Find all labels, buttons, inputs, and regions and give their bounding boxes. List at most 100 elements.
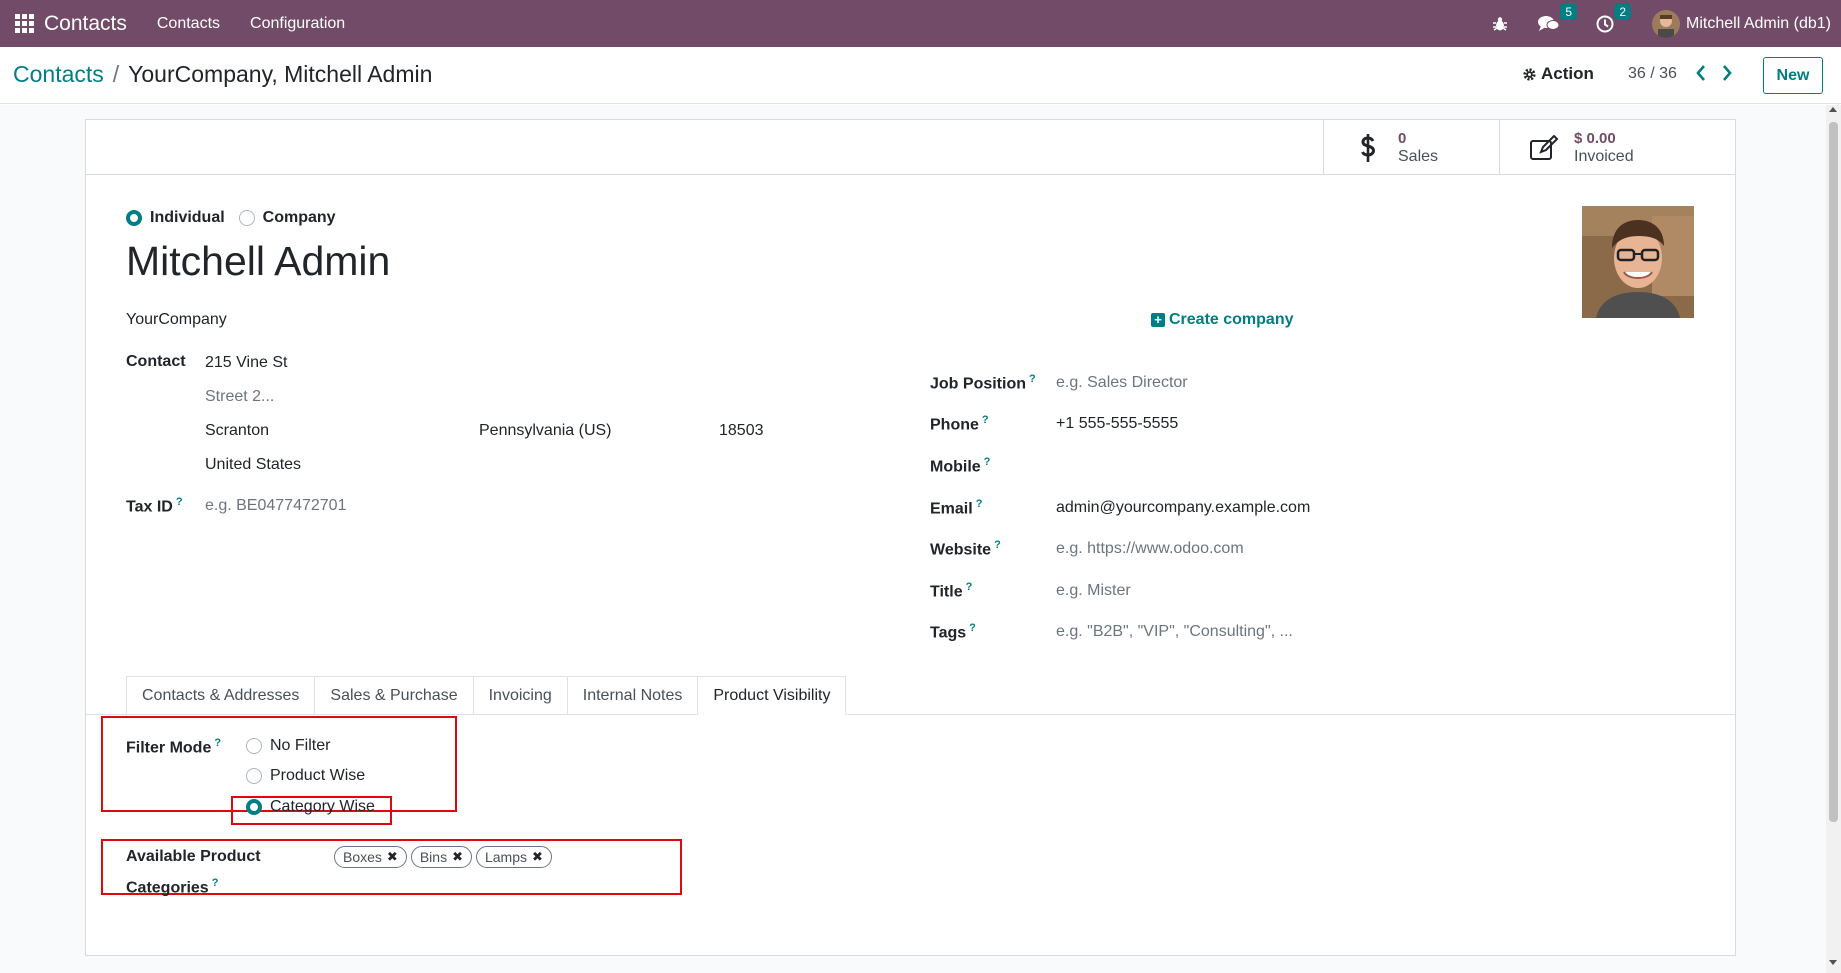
categories-tags-field[interactable]: Boxes ✖ Bins ✖ Lamps ✖ [334, 846, 556, 868]
menu-configuration[interactable]: Configuration [250, 15, 345, 33]
remove-tag-icon[interactable]: ✖ [452, 849, 463, 865]
help-tooltip-icon[interactable]: ? [969, 622, 976, 634]
contact-address-label: Contact [126, 353, 186, 370]
tags-label-text: Tags [930, 624, 967, 642]
state-field[interactable]: Pennsylvania (US) [479, 422, 612, 440]
company-field[interactable]: YourCompany [126, 311, 227, 329]
phone-field[interactable]: +1 555-555-5555 [1056, 415, 1178, 433]
messages-count-badge: 5 [1560, 3, 1578, 20]
smart-button-box: 0 Sales $ 0.00 Invoiced [86, 120, 1735, 175]
available-categories-label: Available Product Categories? [126, 844, 261, 901]
help-tooltip-icon[interactable]: ? [176, 496, 183, 508]
help-tooltip-icon[interactable]: ? [212, 877, 219, 889]
sales-smart-button[interactable]: 0 Sales [1323, 120, 1499, 175]
street2-field[interactable]: Street 2... [205, 388, 274, 406]
debug-bug-icon[interactable] [1492, 16, 1508, 32]
radio-category-wise[interactable]: Category Wise [246, 798, 375, 816]
radio-product-wise-label: Product Wise [270, 767, 366, 784]
breadcrumb-contacts-link[interactable]: Contacts [13, 61, 104, 88]
help-tooltip-icon[interactable]: ? [966, 581, 973, 593]
tab-contacts-addresses[interactable]: Contacts & Addresses [126, 676, 315, 715]
remove-tag-icon[interactable]: ✖ [532, 849, 543, 865]
mobile-label: Mobile? [930, 456, 990, 476]
user-avatar [1652, 9, 1681, 38]
contact-photo[interactable] [1582, 206, 1694, 318]
scroll-down-arrow-icon[interactable] [1829, 960, 1837, 965]
zip-field[interactable]: 18503 [719, 422, 764, 440]
street-field[interactable]: 215 Vine St [205, 354, 287, 372]
help-tooltip-icon[interactable]: ? [214, 737, 221, 749]
create-company-label: Create company [1169, 311, 1294, 328]
category-tag: Lamps ✖ [475, 846, 552, 868]
help-tooltip-icon[interactable]: ? [1029, 373, 1036, 385]
filter-mode-label: Filter Mode? [126, 737, 221, 757]
scrollbar-thumb[interactable] [1829, 122, 1838, 822]
apps-menu-icon[interactable] [6, 0, 42, 47]
pager-value[interactable]: 36 / 36 [1628, 65, 1677, 83]
activities-count-badge: 2 [1614, 3, 1632, 20]
new-button[interactable]: New [1763, 57, 1823, 94]
contact-name-field[interactable]: Mitchell Admin [126, 238, 390, 285]
tax-id-label: Tax ID? [126, 496, 183, 516]
company-type-selector: Individual Company [126, 209, 336, 227]
sales-count: 0 [1398, 129, 1407, 147]
radio-no-filter[interactable]: No Filter [246, 737, 330, 755]
pager-previous-icon[interactable] [1694, 63, 1708, 83]
tab-internal-notes[interactable]: Internal Notes [566, 676, 698, 715]
tags-field[interactable]: e.g. "B2B", "VIP", "Consulting", ... [1056, 623, 1293, 641]
website-label-text: Website [930, 541, 992, 559]
help-tooltip-icon[interactable]: ? [994, 539, 1001, 551]
available-categories-label-line1: Available Product [126, 848, 261, 865]
activities-clock-icon[interactable]: 2 [1596, 3, 1632, 33]
action-button[interactable]: Action [1522, 64, 1594, 84]
email-label-text: Email [930, 500, 973, 518]
tab-sales-purchase[interactable]: Sales & Purchase [314, 676, 473, 715]
category-tag: Bins ✖ [410, 846, 472, 868]
messages-icon[interactable]: 5 [1538, 3, 1578, 33]
action-label: Action [1541, 64, 1594, 83]
breadcrumb-separator: / [112, 61, 120, 87]
tags-label: Tags? [930, 622, 976, 642]
help-tooltip-icon[interactable]: ? [982, 414, 989, 426]
radio-category-wise-label: Category Wise [270, 798, 375, 815]
job-position-field[interactable]: e.g. Sales Director [1056, 374, 1188, 392]
help-tooltip-icon[interactable]: ? [976, 498, 983, 510]
app-brand[interactable]: Contacts [44, 12, 127, 36]
mobile-label-text: Mobile [930, 458, 981, 476]
invoiced-amount: $ 0.00 [1574, 129, 1616, 147]
radio-category-wise-circle[interactable] [246, 799, 262, 815]
phone-label-text: Phone [930, 416, 979, 434]
email-field[interactable]: admin@yourcompany.example.com [1056, 499, 1310, 517]
menu-contacts[interactable]: Contacts [157, 15, 220, 33]
user-menu[interactable]: Mitchell Admin (db1) [1652, 9, 1831, 38]
remove-tag-icon[interactable]: ✖ [387, 849, 398, 865]
country-field[interactable]: United States [205, 456, 301, 474]
create-company-button[interactable]: + Create company [1151, 311, 1294, 329]
city-field[interactable]: Scranton [205, 422, 269, 440]
sales-label: Sales [1398, 147, 1439, 165]
tax-id-field[interactable]: e.g. BE0477472701 [205, 497, 346, 515]
radio-individual[interactable]: Individual [126, 209, 225, 227]
help-tooltip-icon[interactable]: ? [984, 456, 991, 468]
pager-next-icon[interactable] [1720, 63, 1734, 83]
user-name: Mitchell Admin (db1) [1686, 14, 1831, 32]
invoiced-smart-button[interactable]: $ 0.00 Invoiced [1499, 120, 1735, 175]
scroll-up-arrow-icon[interactable] [1829, 107, 1837, 112]
radio-individual-circle[interactable] [126, 210, 142, 226]
form-sheet: 0 Sales $ 0.00 Invoiced Individual Compa… [85, 119, 1736, 956]
website-field[interactable]: e.g. https://www.odoo.com [1056, 540, 1244, 558]
notebook-tabs: Contacts & Addresses Sales & Purchase In… [126, 676, 847, 715]
radio-no-filter-circle[interactable] [246, 738, 262, 754]
radio-product-wise[interactable]: Product Wise [246, 767, 365, 785]
radio-no-filter-label: No Filter [270, 737, 331, 754]
radio-company-circle[interactable] [238, 210, 255, 226]
plus-square-icon: + [1151, 313, 1165, 327]
radio-company[interactable]: Company [238, 209, 336, 227]
breadcrumb-current: YourCompany, Mitchell Admin [128, 61, 433, 87]
mobile-field[interactable] [1056, 457, 1356, 477]
category-tag-label: Bins [419, 849, 448, 865]
tab-product-visibility[interactable]: Product Visibility [697, 676, 847, 715]
tab-invoicing[interactable]: Invoicing [472, 676, 567, 715]
radio-product-wise-circle[interactable] [246, 768, 262, 784]
title-field[interactable]: e.g. Mister [1056, 582, 1131, 600]
